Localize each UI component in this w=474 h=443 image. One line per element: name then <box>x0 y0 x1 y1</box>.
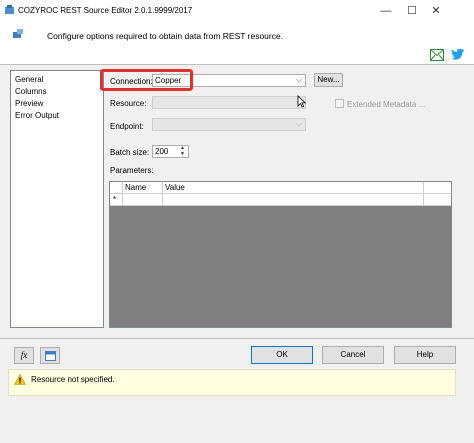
header-description: Configure options required to obtain dat… <box>47 31 284 41</box>
title-bar: COZYROC REST Source Editor 2.0.1.9999/20… <box>0 0 474 22</box>
endpoint-combo[interactable]: ⌵ <box>152 118 306 131</box>
expression-button[interactable]: fx <box>14 347 34 364</box>
parameters-grid[interactable]: Name Value * <box>109 181 452 328</box>
page-list[interactable]: General Columns Preview Error Output <box>10 70 104 328</box>
column-header-value[interactable]: Value <box>165 183 185 192</box>
mouse-cursor-icon <box>297 95 306 108</box>
grid-header: Name Value <box>110 182 451 194</box>
grid-divider <box>162 182 163 193</box>
batch-size-stepper[interactable]: 200 ▲ ▼ <box>152 145 189 158</box>
status-message: Resource not specified. <box>31 375 115 384</box>
resource-label: Resource: <box>110 99 147 108</box>
ok-button[interactable]: OK <box>251 346 313 364</box>
grid-divider <box>423 194 424 205</box>
chevron-down-icon: ⌵ <box>295 75 302 84</box>
nav-item-columns[interactable]: Columns <box>15 86 103 98</box>
component-icon <box>13 29 23 38</box>
grid-divider <box>122 194 123 205</box>
grid-divider <box>162 194 163 205</box>
endpoint-label: Endpoint: <box>110 122 144 131</box>
warning-icon <box>14 374 26 385</box>
help-button[interactable]: Help <box>394 346 456 364</box>
table-icon <box>45 351 56 361</box>
column-header-name[interactable]: Name <box>125 183 146 192</box>
table-row[interactable]: * <box>110 194 451 206</box>
stepper-arrows-icon[interactable]: ▲ ▼ <box>180 145 185 157</box>
batch-size-value: 200 <box>155 147 169 156</box>
email-icon[interactable] <box>430 49 444 61</box>
minimize-button[interactable]: — <box>374 0 398 22</box>
window-title: COZYROC REST Source Editor 2.0.1.9999/20… <box>18 6 193 15</box>
chevron-down-icon: ⌵ <box>295 119 302 128</box>
parameters-label: Parameters: <box>110 166 154 175</box>
highlight-box <box>100 69 193 91</box>
parameters-button[interactable] <box>40 347 60 364</box>
header-panel <box>0 22 474 64</box>
nav-item-general[interactable]: General <box>15 74 103 86</box>
header-divider <box>0 64 474 65</box>
close-button[interactable]: ✕ <box>424 0 448 22</box>
new-row-marker: * <box>113 195 117 204</box>
grid-divider <box>122 182 123 193</box>
status-bar: Resource not specified. <box>8 369 456 396</box>
app-icon <box>5 5 14 14</box>
maximize-button[interactable]: ☐ <box>400 0 424 22</box>
resource-combo[interactable]: ⌵ <box>152 96 306 109</box>
nav-item-error-output[interactable]: Error Output <box>15 110 103 122</box>
extended-metadata-checkbox[interactable] <box>335 99 344 108</box>
extended-metadata-label: Extended Metadata ... <box>347 100 426 109</box>
new-connection-button[interactable]: New... <box>314 73 343 87</box>
grid-divider <box>423 182 424 193</box>
cancel-button[interactable]: Cancel <box>322 346 384 364</box>
batch-size-label: Batch size: <box>110 148 150 157</box>
twitter-icon[interactable] <box>451 49 465 61</box>
footer-divider <box>0 338 474 339</box>
nav-item-preview[interactable]: Preview <box>15 98 103 110</box>
